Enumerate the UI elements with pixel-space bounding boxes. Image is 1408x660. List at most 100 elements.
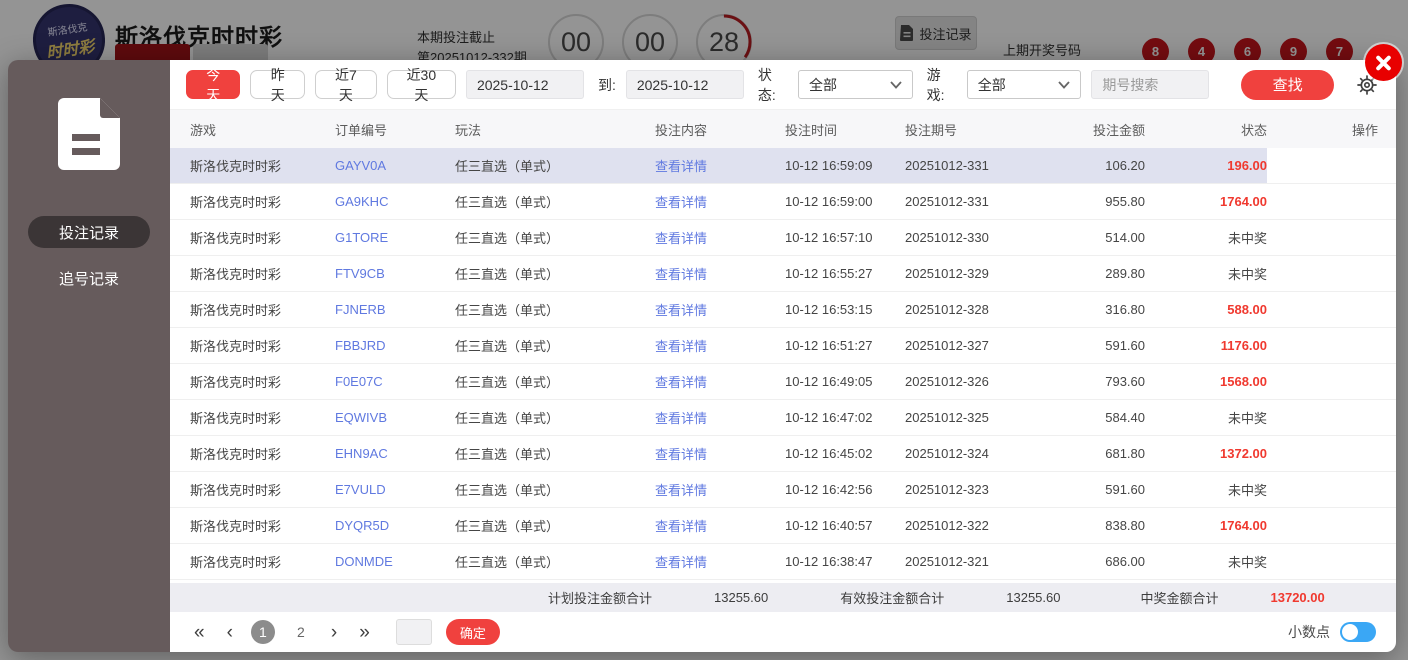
cell-order-id-link[interactable]: GAYV0A [335,158,455,173]
cell-amount: 686.00 [1105,554,1145,569]
col-play: 玩法 [455,122,482,138]
cell-game: 斯洛伐克时时彩 [190,483,282,498]
cell-time: 10-12 16:59:00 [785,194,873,209]
table-row: 斯洛伐克时时彩 G1TORE 任三直选（单式） 查看详情 10-12 16:57… [170,220,1396,256]
cell-play: 任三直选（单式） [455,411,560,426]
cell-status: 196.00 [1227,158,1267,173]
cell-status: 未中奖 [1227,231,1267,246]
first-page-button[interactable]: « [190,623,209,642]
cell-view-details-link[interactable]: 查看详情 [655,300,785,319]
cell-play: 任三直选（单式） [455,159,560,174]
cell-period: 20251012-321 [905,554,989,569]
last-page-button[interactable]: » [355,623,374,642]
prev-page-button[interactable]: ‹ [223,623,237,642]
cell-order-id-link[interactable]: FTV9CB [335,266,455,281]
cell-status: 1764.00 [1220,518,1267,533]
page-button-1[interactable]: 1 [250,620,275,644]
cell-amount: 514.00 [1105,230,1145,245]
sidebar-item-chase-records[interactable]: 追号记录 [28,262,150,294]
pagination-bar: « ‹ 1 2 › » 确定 小数点 [170,612,1396,652]
date-from-input[interactable] [465,70,584,99]
cell-time: 10-12 16:49:05 [785,374,873,389]
sidebar-item-bet-records[interactable]: 投注记录 [28,216,150,248]
date-to-label: 到: [597,76,616,93]
cell-view-details-link[interactable]: 查看详情 [655,480,785,499]
cell-action [1267,148,1396,183]
cell-view-details-link[interactable]: 查看详情 [655,336,785,355]
cell-order-id-link[interactable]: DYQR5D [335,518,455,533]
cell-time: 10-12 16:53:15 [785,302,873,317]
table-row: 斯洛伐克时时彩 EHN9AC 任三直选（单式） 查看详情 10-12 16:45… [170,436,1396,472]
cell-status: 588.00 [1227,302,1267,317]
cell-time: 10-12 16:57:10 [785,230,873,245]
col-amount: 投注金额 [1092,122,1145,138]
cell-status: 未中奖 [1227,267,1267,282]
cell-view-details-link[interactable]: 查看详情 [655,156,785,175]
cell-order-id-link[interactable]: DONMDE [335,554,455,569]
cell-view-details-link[interactable]: 查看详情 [655,552,785,571]
modal-box: 投注记录 追号记录 今天 昨天 近7天 近30天 到: 状态: 全部 [8,60,1396,652]
cell-order-id-link[interactable]: EHN9AC [335,446,455,461]
col-game: 游戏 [190,122,217,138]
table-row: 斯洛伐克时时彩 EQWIVB 任三直选（单式） 查看详情 10-12 16:47… [170,400,1396,436]
table-row: 斯洛伐克时时彩 E7VULD 任三直选（单式） 查看详情 10-12 16:42… [170,472,1396,508]
cell-game: 斯洛伐克时时彩 [190,411,282,426]
cell-time: 10-12 16:38:47 [785,554,873,569]
confirm-page-button[interactable]: 确定 [445,619,500,645]
quick-filter-yesterday[interactable]: 昨天 [250,67,305,103]
cell-order-id-link[interactable]: EQWIVB [335,410,455,425]
bet-records-modal: 投注记录 追号记录 今天 昨天 近7天 近30天 到: 状态: 全部 [8,44,1402,652]
cell-order-id-link[interactable]: FBBJRD [335,338,455,353]
cell-view-details-link[interactable]: 查看详情 [655,228,785,247]
screen: 斯洛伐克 时时彩 斯洛伐克时时彩 本期投注截止 第20251012-332期 0… [0,0,1408,660]
table-row: 斯洛伐克时时彩 GA9KHC 任三直选（单式） 查看详情 10-12 16:59… [170,184,1396,220]
cell-amount: 591.60 [1105,482,1145,497]
cell-game: 斯洛伐克时时彩 [190,303,282,318]
quick-filter-7days[interactable]: 近7天 [314,67,377,103]
quick-filter-today[interactable]: 今天 [186,67,241,103]
quick-filter-30days[interactable]: 近30天 [386,67,456,103]
close-icon[interactable] [1365,44,1402,81]
cell-order-id-link[interactable]: E7VULD [335,482,455,497]
cell-order-id-link[interactable]: F0E07C [335,374,455,389]
cell-game: 斯洛伐克时时彩 [190,447,282,462]
next-page-button[interactable]: › [327,623,341,642]
cell-view-details-link[interactable]: 查看详情 [655,444,785,463]
status-select[interactable]: 全部 [797,70,913,99]
cell-view-details-link[interactable]: 查看详情 [655,264,785,283]
cell-order-id-link[interactable]: GA9KHC [335,194,455,209]
cell-status: 未中奖 [1227,483,1267,498]
cell-order-id-link[interactable]: FJNERB [335,302,455,317]
game-select[interactable]: 全部 [966,70,1082,99]
cell-period: 20251012-330 [905,230,989,245]
cell-time: 10-12 16:47:02 [785,410,873,425]
status-select-value: 全部 [808,76,837,93]
cell-amount: 681.80 [1105,446,1145,461]
table-row: 斯洛伐克时时彩 FBBJRD 任三直选（单式） 查看详情 10-12 16:51… [170,328,1396,364]
cell-order-id-link[interactable]: G1TORE [335,230,455,245]
plan-total-label: 计划投注金额合计 [548,591,653,606]
table-header-row: 游戏 订单编号 玩法 投注内容 投注时间 投注期号 投注金额 状态 操作 [170,110,1396,148]
decimal-label: 小数点 [1288,624,1330,640]
cell-view-details-link[interactable]: 查看详情 [655,372,785,391]
cell-view-details-link[interactable]: 查看详情 [655,192,785,211]
cell-amount: 106.20 [1105,158,1145,173]
date-to-input[interactable] [625,70,744,99]
cell-period: 20251012-324 [905,446,989,461]
cell-status: 1568.00 [1220,374,1267,389]
decimal-toggle[interactable] [1340,622,1376,642]
table-row: 斯洛伐克时时彩 GAYV0A 任三直选（单式） 查看详情 10-12 16:59… [170,148,1396,184]
win-total-value: 13720.00 [1270,590,1325,605]
cell-period: 20251012-331 [905,158,989,173]
page-button-2[interactable]: 2 [289,620,313,644]
cell-period: 20251012-326 [905,374,989,389]
valid-total-label: 有效投注金额合计 [840,591,945,606]
cell-play: 任三直选（单式） [455,375,560,390]
cell-view-details-link[interactable]: 查看详情 [655,408,785,427]
page-jump-input[interactable] [395,619,432,645]
game-select-value: 全部 [977,76,1006,93]
period-search-input[interactable] [1091,70,1210,99]
cell-view-details-link[interactable]: 查看详情 [655,516,785,535]
modal-content: 今天 昨天 近7天 近30天 到: 状态: 全部 游戏: [170,60,1396,652]
search-button[interactable]: 查找 [1241,69,1334,100]
